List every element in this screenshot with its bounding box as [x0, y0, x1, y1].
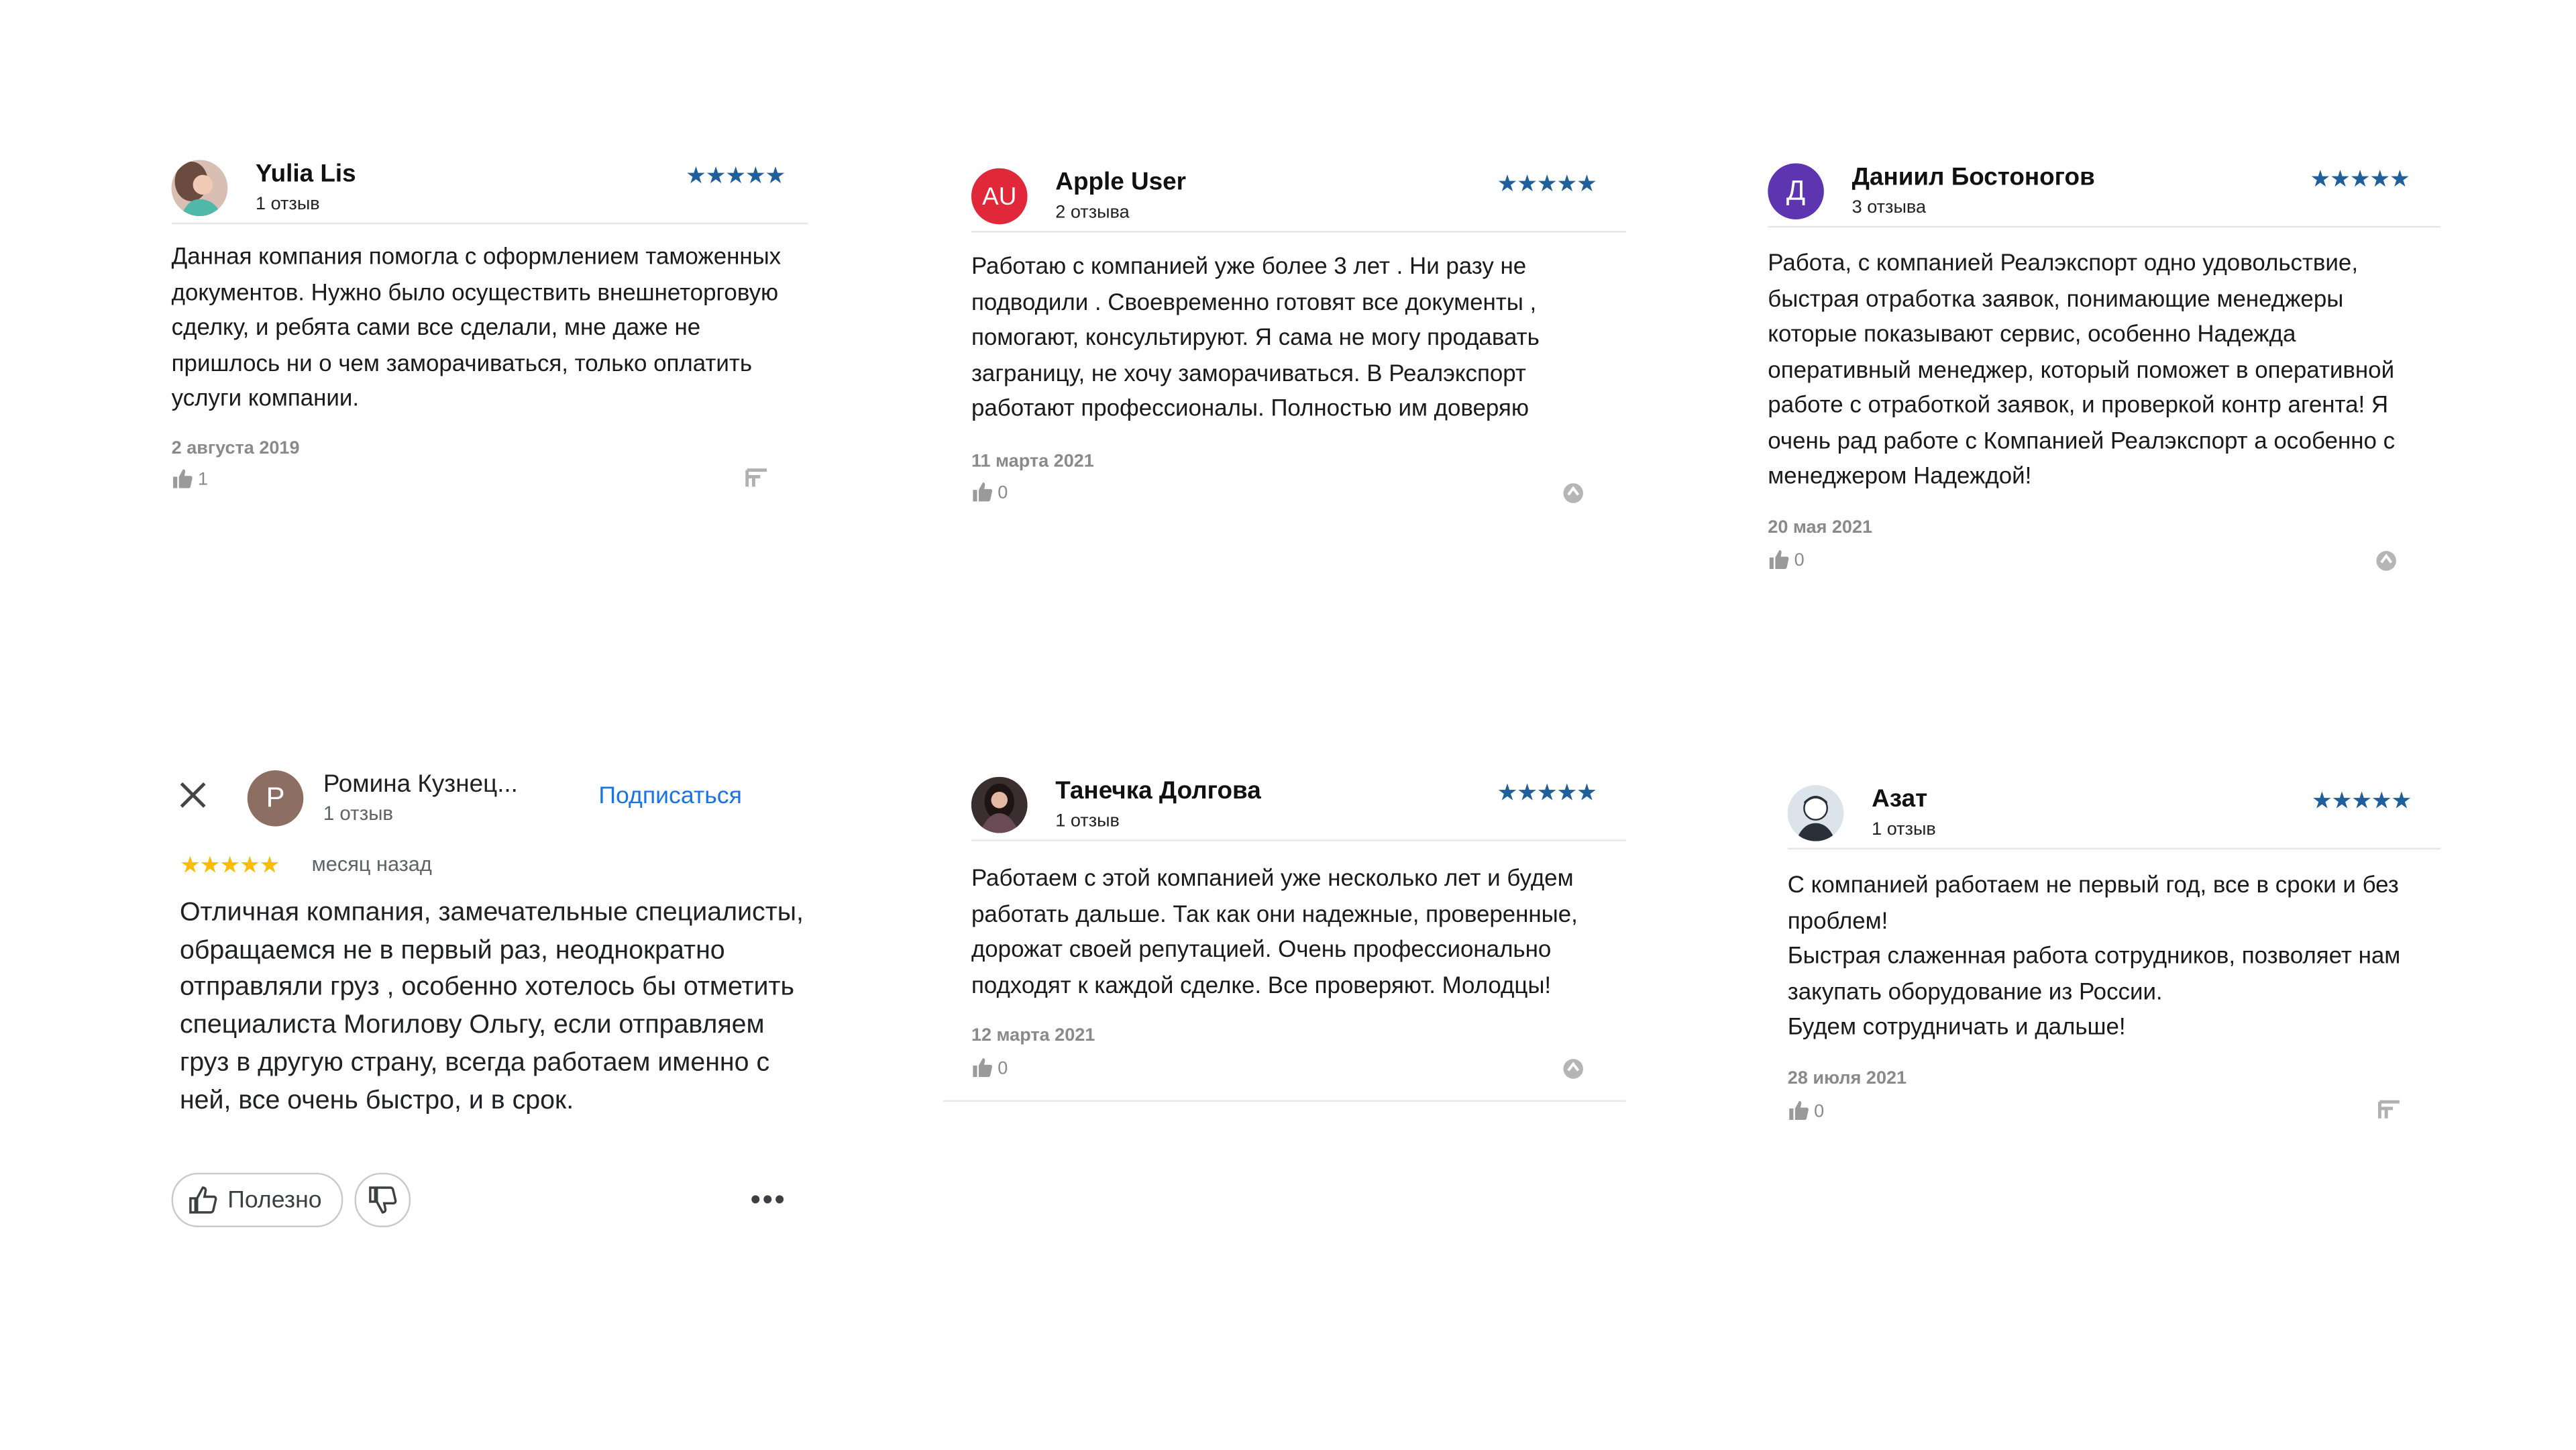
- default-user-icon: [1787, 785, 1844, 841]
- rating-stars: ★★★★★: [1497, 778, 1597, 805]
- thumbs-up-icon[interactable]: [1788, 1099, 1809, 1124]
- review-card-daniil: Д Даниил Бостоногов 3 отзыва ★★★★★ Работ…: [1768, 160, 2441, 574]
- review-time: месяц назад: [311, 852, 432, 876]
- reviewer-name[interactable]: Танечка Долгова: [1055, 777, 1260, 805]
- reviewer-name[interactable]: Yulia Lis: [256, 160, 356, 188]
- platform-logo-icon: [1562, 481, 1585, 509]
- review-date: 11 марта 2021: [971, 451, 1094, 471]
- review-date: 12 марта 2021: [971, 1026, 1095, 1046]
- review-text: Работаю с компанией уже более 3 лет . Ни…: [971, 254, 1540, 423]
- review-card-tanechka: Танечка Долгова 1 отзыв ★★★★★ Работаем с…: [943, 774, 1626, 1102]
- like-count: 0: [1794, 550, 1805, 570]
- platform-logo-icon: [2375, 548, 2398, 576]
- like-row: 0: [1788, 1099, 2408, 1125]
- review-count: 1 отзыв: [1872, 819, 1936, 840]
- close-icon[interactable]: [178, 780, 207, 810]
- avatar-photo-icon: [171, 160, 228, 217]
- review-card-azat: Азат 1 отзыв ★★★★★ С компанией работаем …: [1787, 782, 2441, 1126]
- like-row: 0: [1768, 548, 2404, 574]
- review-header: Танечка Долгова 1 отзыв ★★★★★: [971, 774, 1626, 841]
- avatar-photo-icon: [971, 776, 1028, 833]
- dislike-button[interactable]: [354, 1172, 411, 1227]
- review-date: 28 июля 2021: [1787, 1068, 1907, 1088]
- review-count: 3 отзыва: [1851, 197, 1927, 218]
- useful-label: Полезно: [227, 1186, 322, 1214]
- subscribe-button[interactable]: Подписаться: [598, 784, 742, 810]
- rating-stars: ★★★★★: [179, 851, 280, 878]
- like-row: 0: [971, 1057, 1591, 1084]
- review-header: AU Apple User 2 отзыва ★★★★★: [971, 165, 1626, 233]
- review-count: 1 отзыв: [323, 801, 394, 825]
- review-date: 20 мая 2021: [1768, 517, 1873, 537]
- review-header: Азат 1 отзыв ★★★★★: [1787, 782, 2441, 850]
- reviewer-name[interactable]: Азат: [1872, 785, 1927, 813]
- review-text: Данная компания помогла с оформлением та…: [171, 244, 782, 413]
- reviewer-name[interactable]: Даниил Бостоногов: [1852, 163, 2095, 191]
- review-text: Отличная компания, замечательные специал…: [179, 898, 804, 1115]
- thumbs-up-icon: [188, 1186, 217, 1214]
- review-header: Д Даниил Бостоногов 3 отзыва ★★★★★: [1768, 160, 2441, 228]
- review-count: 2 отзыва: [1055, 203, 1130, 223]
- avatar[interactable]: [1787, 785, 1844, 841]
- like-count: 0: [998, 482, 1008, 503]
- platform-logo-icon: [1562, 1057, 1585, 1086]
- useful-button[interactable]: Полезно: [171, 1172, 343, 1227]
- like-row: 1: [172, 467, 775, 494]
- review-text: Работа, с компанией Реалэкспорт одно удо…: [1768, 250, 2396, 490]
- rating-stars: ★★★★★: [1497, 170, 1597, 197]
- review-card-yulia-lis: Yulia Lis 1 отзыв ★★★★★ Данная компания …: [171, 157, 808, 495]
- avatar[interactable]: AU: [971, 168, 1028, 225]
- review-date: 2 августа 2019: [171, 437, 300, 458]
- rating-stars: ★★★★★: [685, 161, 786, 189]
- rating-stars: ★★★★★: [2310, 164, 2410, 192]
- like-count: 1: [197, 469, 209, 489]
- platform-logo-icon: [745, 467, 768, 493]
- review-card-apple-user: AU Apple User 2 отзыва ★★★★★ Работаю с к…: [971, 165, 1626, 507]
- thumbs-down-icon: [368, 1186, 397, 1214]
- review-count: 1 отзыв: [1055, 811, 1120, 831]
- like-row: 0: [971, 481, 1591, 507]
- reviewer-name[interactable]: Ромина Кузнец...: [323, 770, 518, 798]
- review-count: 1 отзыв: [256, 195, 320, 215]
- like-count: 0: [1814, 1100, 1825, 1121]
- avatar[interactable]: [971, 776, 1028, 833]
- thumbs-up-icon[interactable]: [971, 1057, 993, 1082]
- divider: [943, 1100, 1626, 1102]
- avatar[interactable]: Р: [247, 770, 304, 827]
- reviewer-name[interactable]: Apple User: [1055, 168, 1186, 197]
- review-text: С компанией работаем не первый год, все …: [1787, 872, 2401, 1041]
- more-options-button[interactable]: •••: [751, 1183, 787, 1218]
- avatar[interactable]: Д: [1768, 163, 1824, 219]
- avatar[interactable]: [171, 160, 228, 217]
- platform-logo-icon: [2377, 1099, 2401, 1124]
- like-count: 0: [998, 1059, 1008, 1079]
- thumbs-up-icon[interactable]: [172, 468, 193, 493]
- review-header: Yulia Lis 1 отзыв ★★★★★: [171, 157, 808, 225]
- thumbs-up-icon[interactable]: [971, 481, 993, 506]
- review-text: Работаем с этой компанией уже несколько …: [971, 866, 1578, 999]
- rating-stars: ★★★★★: [2311, 786, 2412, 813]
- thumbs-up-icon[interactable]: [1768, 548, 1789, 573]
